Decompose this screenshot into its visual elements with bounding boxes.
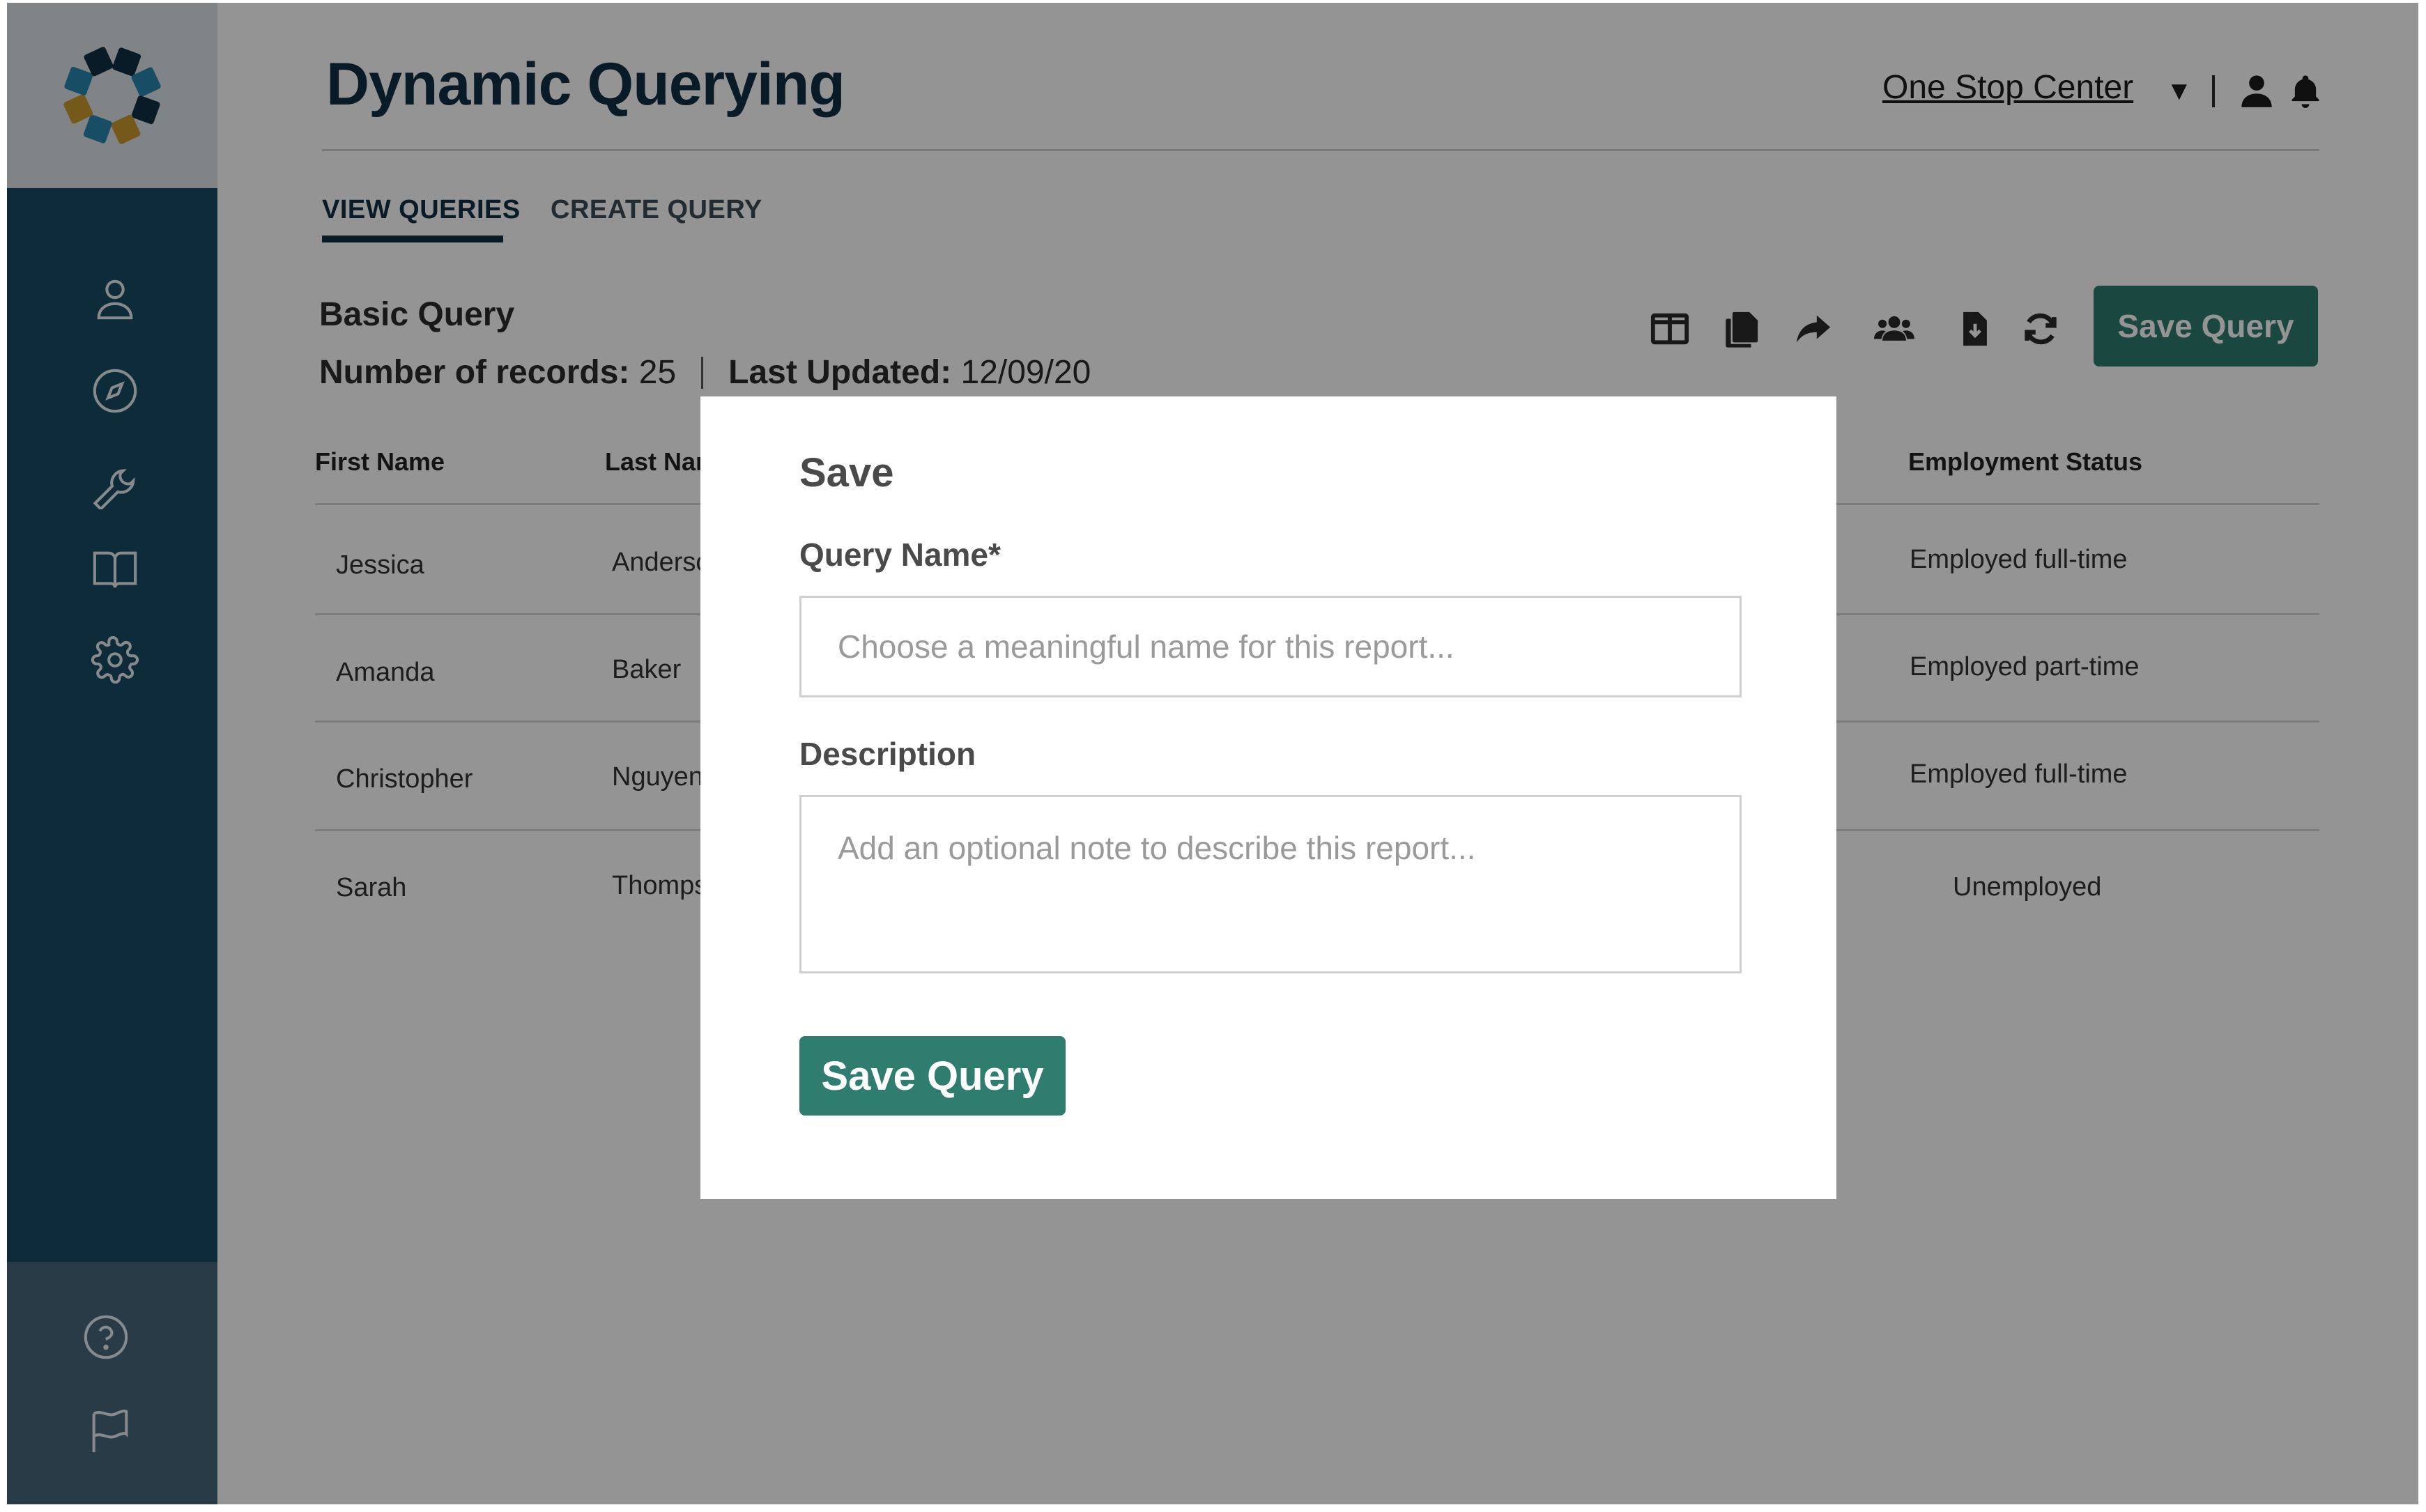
description-label: Description — [799, 736, 976, 772]
app-frame: Dynamic Querying One Stop Center ▼ VIEW … — [7, 3, 2418, 1504]
description-input[interactable] — [799, 795, 1742, 973]
dialog-save-query-button[interactable]: Save Query — [799, 1036, 1066, 1116]
query-name-input[interactable] — [799, 596, 1742, 697]
save-query-dialog: Save Query Name* Description Save Query — [700, 396, 1836, 1199]
query-name-label: Query Name* — [799, 537, 1001, 573]
dialog-title: Save — [799, 450, 894, 495]
